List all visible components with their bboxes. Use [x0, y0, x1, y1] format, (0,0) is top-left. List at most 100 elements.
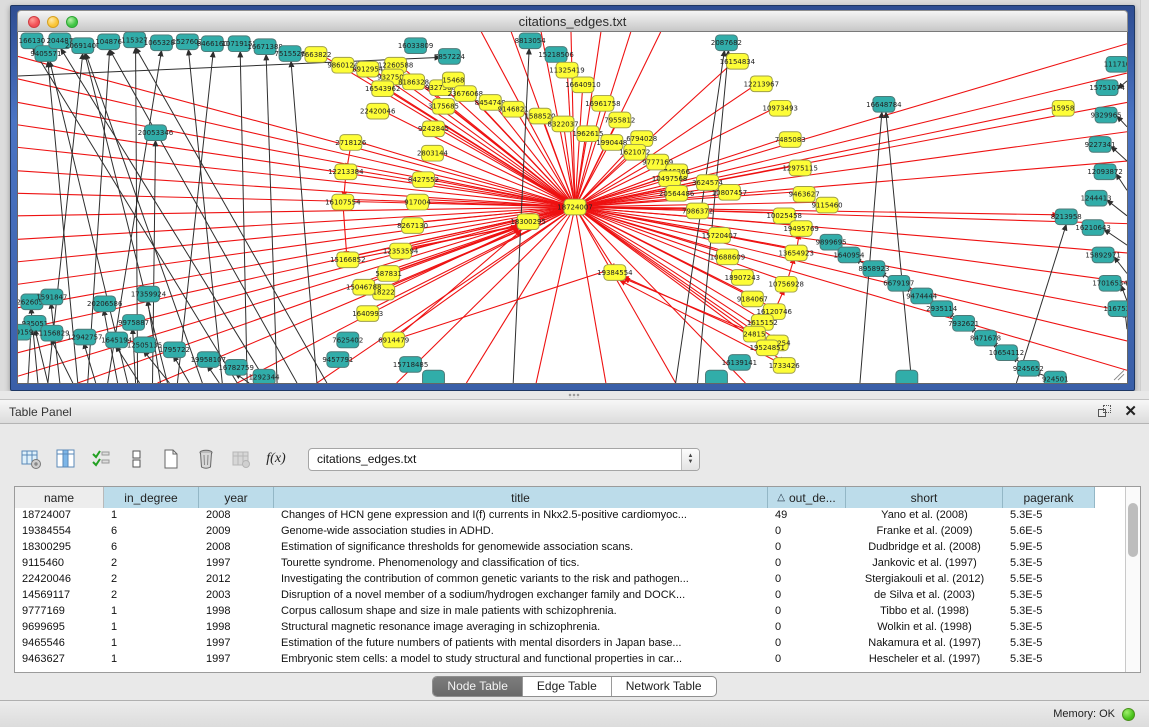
graph-node[interactable]	[896, 370, 918, 383]
table-row[interactable]: 1830029562008Estimation of significance …	[15, 540, 1125, 556]
svg-text:7955812: 7955812	[604, 116, 635, 124]
column-header-name[interactable]: name	[15, 487, 104, 508]
table-cell: 9465546	[15, 636, 104, 652]
svg-text:9405571: 9405571	[30, 50, 61, 58]
network-canvas[interactable]: 1661309405571204487206914061048761153271…	[17, 32, 1128, 384]
table-row[interactable]: 1938455462009Genome-wide association stu…	[15, 524, 1125, 540]
column-header-year[interactable]: year	[199, 487, 274, 508]
svg-text:16640910: 16640910	[565, 81, 600, 89]
svg-text:20206586: 20206586	[87, 300, 122, 308]
tab-edge-table[interactable]: Edge Table	[523, 677, 612, 696]
svg-text:8813054: 8813054	[515, 37, 546, 45]
table-cell: 9115460	[15, 556, 104, 572]
table-row[interactable]: 911546021997Tourette syndrome. Phenomeno…	[15, 556, 1125, 572]
toggle-rows-button[interactable]	[123, 445, 149, 473]
svg-text:6914479: 6914479	[378, 336, 409, 344]
function-builder-button[interactable]: f(x)	[263, 445, 289, 473]
svg-text:111710: 111710	[1104, 61, 1127, 69]
table-cell: Wolkin et al. (1998)	[846, 620, 1003, 636]
table-cell: Yano et al. (2008)	[846, 508, 1003, 524]
table-cell: Tibbo et al. (1998)	[846, 604, 1003, 620]
table-cell: 1997	[199, 556, 274, 572]
memory-status-label: Memory: OK	[1053, 708, 1115, 720]
status-bar: Memory: OK	[0, 700, 1149, 727]
table-cell: 5.3E-5	[1003, 588, 1095, 604]
tab-node-table[interactable]: Node Table	[433, 677, 523, 696]
column-header-in_degree[interactable]: in_degree	[104, 487, 199, 508]
graph-node[interactable]	[706, 370, 728, 383]
table-row[interactable]: 1456911722003Disruption of a novel membe…	[15, 588, 1125, 604]
column-header-pagerank[interactable]: pagerank	[1003, 487, 1095, 508]
svg-text:7663822: 7663822	[300, 51, 331, 59]
zoom-window-button[interactable]	[66, 16, 78, 28]
table-settings-button[interactable]	[18, 445, 44, 473]
graph-node[interactable]	[423, 370, 445, 383]
table-cell: Stergiakouli et al. (2012)	[846, 572, 1003, 588]
svg-text:8322037: 8322037	[548, 120, 579, 128]
svg-text:20564486: 20564486	[659, 190, 694, 198]
network-window-titlebar[interactable]: citations_edges.txt	[17, 10, 1128, 32]
minimize-window-button[interactable]	[47, 16, 59, 28]
svg-text:12213967: 12213967	[744, 80, 779, 88]
table-cell: 5.3E-5	[1003, 604, 1095, 620]
table-cell: 2	[104, 556, 199, 572]
svg-text:16648784: 16648784	[866, 101, 901, 109]
tab-network-table[interactable]: Network Table	[612, 677, 716, 696]
svg-text:18300295: 18300295	[510, 218, 545, 226]
svg-text:15892971: 15892971	[1085, 251, 1120, 259]
table-row[interactable]: 969969511998Structural magnetic resonanc…	[15, 620, 1125, 636]
column-header-out_de[interactable]: △out_de...	[768, 487, 846, 508]
table-cell: 5.3E-5	[1003, 652, 1095, 668]
new-table-button[interactable]	[158, 445, 184, 473]
column-header-title[interactable]: title	[274, 487, 768, 508]
close-window-button[interactable]	[28, 16, 40, 28]
table-vertical-scrollbar[interactable]	[1125, 487, 1140, 672]
table-cell: 6	[104, 540, 199, 556]
splitter-grip-icon[interactable]	[568, 393, 580, 398]
table-type-segmented-control: Node TableEdge TableNetwork Table	[432, 676, 716, 697]
close-panel-icon[interactable]: ✕	[1124, 405, 1137, 419]
citation-network-graph[interactable]: 1661309405571204487206914061048761153271…	[18, 32, 1127, 383]
table-panel-titlebar: Table Panel ✕	[0, 400, 1149, 424]
show-column-button[interactable]	[53, 445, 79, 473]
svg-text:1615152: 1615152	[747, 319, 778, 327]
float-panel-icon[interactable]	[1098, 405, 1112, 418]
table-cell: 18300295	[15, 540, 104, 556]
table-panel-title: Table Panel	[0, 405, 72, 419]
svg-text:1640954: 1640954	[834, 251, 865, 259]
svg-text:8471678: 8471678	[970, 335, 1001, 343]
table-cell: 9699695	[15, 620, 104, 636]
table-cell: 2	[104, 572, 199, 588]
table-cell: 22420046	[15, 572, 104, 588]
table-cell: 1	[104, 604, 199, 620]
table-row[interactable]: 977716911998Corpus callosum shape and si…	[15, 604, 1125, 620]
scrollbar-thumb[interactable]	[1128, 503, 1138, 557]
table-row[interactable]: 2242004622012Investigating the contribut…	[15, 572, 1125, 588]
svg-text:166130: 166130	[19, 37, 46, 45]
delete-table-button[interactable]	[193, 445, 219, 473]
table-cell: Corpus callosum shape and size in male p…	[274, 604, 768, 620]
table-cell: 0	[768, 652, 846, 668]
table-row[interactable]: 1872400712008Changes of HCN gene express…	[15, 508, 1125, 524]
svg-text:6679197: 6679197	[883, 280, 914, 288]
window-resize-grip[interactable]	[1114, 370, 1124, 380]
edit-columns-button[interactable]	[88, 445, 114, 473]
column-header-short[interactable]: short	[846, 487, 1003, 508]
svg-text:12260588: 12260588	[378, 62, 413, 70]
svg-text:9242845: 9242845	[418, 125, 449, 133]
table-cell: 0	[768, 636, 846, 652]
svg-text:587831: 587831	[375, 270, 402, 278]
header-filler	[1095, 487, 1125, 508]
table-row[interactable]: 946554611997Estimation of the future num…	[15, 636, 1125, 652]
horizontal-splitter[interactable]	[0, 391, 1149, 400]
svg-text:1167533: 1167533	[1104, 305, 1127, 313]
svg-text:17359924: 17359924	[131, 291, 166, 299]
svg-text:1795722: 1795722	[159, 346, 190, 354]
table-row[interactable]: 946362711997Embryonic stem cells: a mode…	[15, 652, 1125, 668]
table-cell: 9463627	[15, 652, 104, 668]
table-selector-dropdown[interactable]: citations_edges.txt ▲▼	[308, 448, 700, 471]
table-cell: 1997	[199, 636, 274, 652]
svg-text:9184067: 9184067	[737, 295, 768, 303]
svg-text:7857224: 7857224	[434, 53, 465, 61]
table-cell: 1	[104, 636, 199, 652]
